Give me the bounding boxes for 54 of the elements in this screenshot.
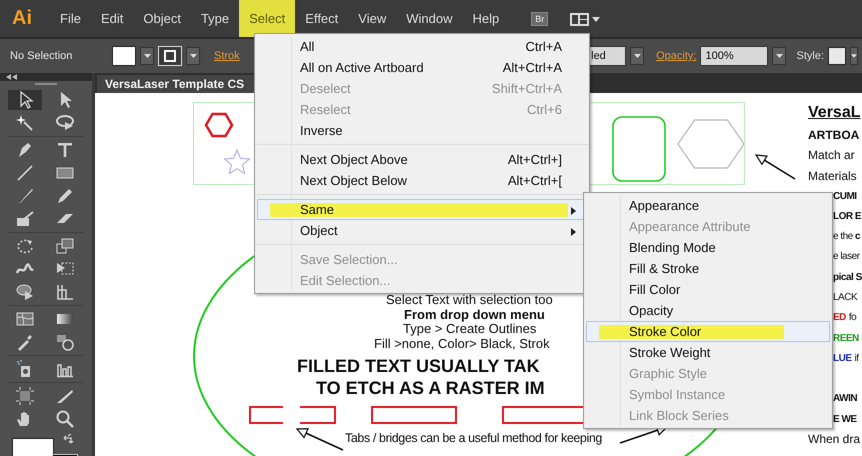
headline-text: FILLED TEXT USUALLY TAK [297, 355, 541, 377]
menu-item[interactable]: All Ctrl+A [257, 36, 587, 57]
instruction-text: Type > Create Outlines [403, 322, 538, 336]
side-note-text: VersaL [808, 104, 860, 122]
side-note-text: LUE [833, 352, 852, 364]
side-note-text: CUMI [833, 190, 857, 202]
side-note-text: ARTBOA [808, 128, 860, 142]
annotation-text: Tabs / bridges can be a useful method for keeping [345, 431, 602, 445]
menu-item[interactable]: Next Object Below Alt+Ctrl+[ [257, 170, 587, 191]
opacity-field[interactable]: 100% [700, 46, 768, 66]
menu-item[interactable]: Window [396, 0, 462, 37]
menu-item[interactable]: Next Object Above Alt+Ctrl+] [257, 149, 587, 170]
menu-item[interactable]: Edit [90, 0, 134, 37]
menu-item[interactable]: Fill Color [586, 279, 830, 300]
side-note-text: if [854, 352, 858, 364]
side-note-text: AWIN [833, 393, 858, 404]
instruction-text: Fill >none, Color> Black, Strok [374, 336, 551, 351]
menu-item[interactable]: View [348, 0, 396, 37]
side-note-text: e the c [833, 231, 860, 242]
side-note-text: When dra [808, 432, 860, 446]
menu-item[interactable]: Type [190, 0, 240, 37]
headline-text: TO ETCH AS A RASTER IM [316, 377, 545, 399]
instruction-text: Select Text with selection too [386, 293, 553, 308]
opacity-link[interactable]: Opacity: [656, 50, 696, 62]
menu-item[interactable]: Effect [295, 0, 348, 37]
menu-item[interactable]: Appearance [586, 195, 830, 216]
selection-status: No Selection [10, 50, 74, 62]
menu-item[interactable]: Inverse [257, 120, 587, 141]
side-note-text: ED [833, 312, 846, 324]
side-note-text: LACK [833, 292, 858, 304]
side-note-text: fo [848, 312, 856, 324]
side-note-text: pical S [833, 272, 862, 283]
menu-item[interactable]: File [50, 0, 91, 37]
side-note-text: REEN [833, 332, 859, 344]
side-note-text: E WE [833, 414, 857, 424]
menu-item[interactable]: Object [133, 0, 191, 37]
menu-item[interactable]: Object [257, 220, 587, 241]
side-note-text: Materials [808, 168, 857, 183]
bridge-button[interactable]: Br [531, 12, 548, 26]
menu-item[interactable]: Blending Mode [586, 237, 830, 258]
style-label: Style: [796, 50, 824, 62]
side-note-text: LOR E [833, 210, 862, 222]
menu-item[interactable]: Opacity [586, 300, 830, 321]
side-note-text: Match ar [808, 148, 855, 162]
menu-item[interactable]: All on Active Artboard Alt+Ctrl+A [257, 57, 587, 78]
app-logo: Ai [12, 7, 32, 30]
menu-item[interactable]: Stroke Weight [586, 342, 830, 363]
menu-item[interactable]: Select [239, 0, 296, 37]
side-note-text: e laser [833, 251, 860, 262]
menu-item[interactable]: Fill & Stroke [586, 258, 830, 279]
menu-item[interactable]: Help [462, 0, 510, 37]
menu-item[interactable]: Stroke Color [586, 321, 830, 342]
stroke-link[interactable]: Strok [214, 50, 240, 62]
instruction-text: From drop down menu [404, 308, 546, 322]
